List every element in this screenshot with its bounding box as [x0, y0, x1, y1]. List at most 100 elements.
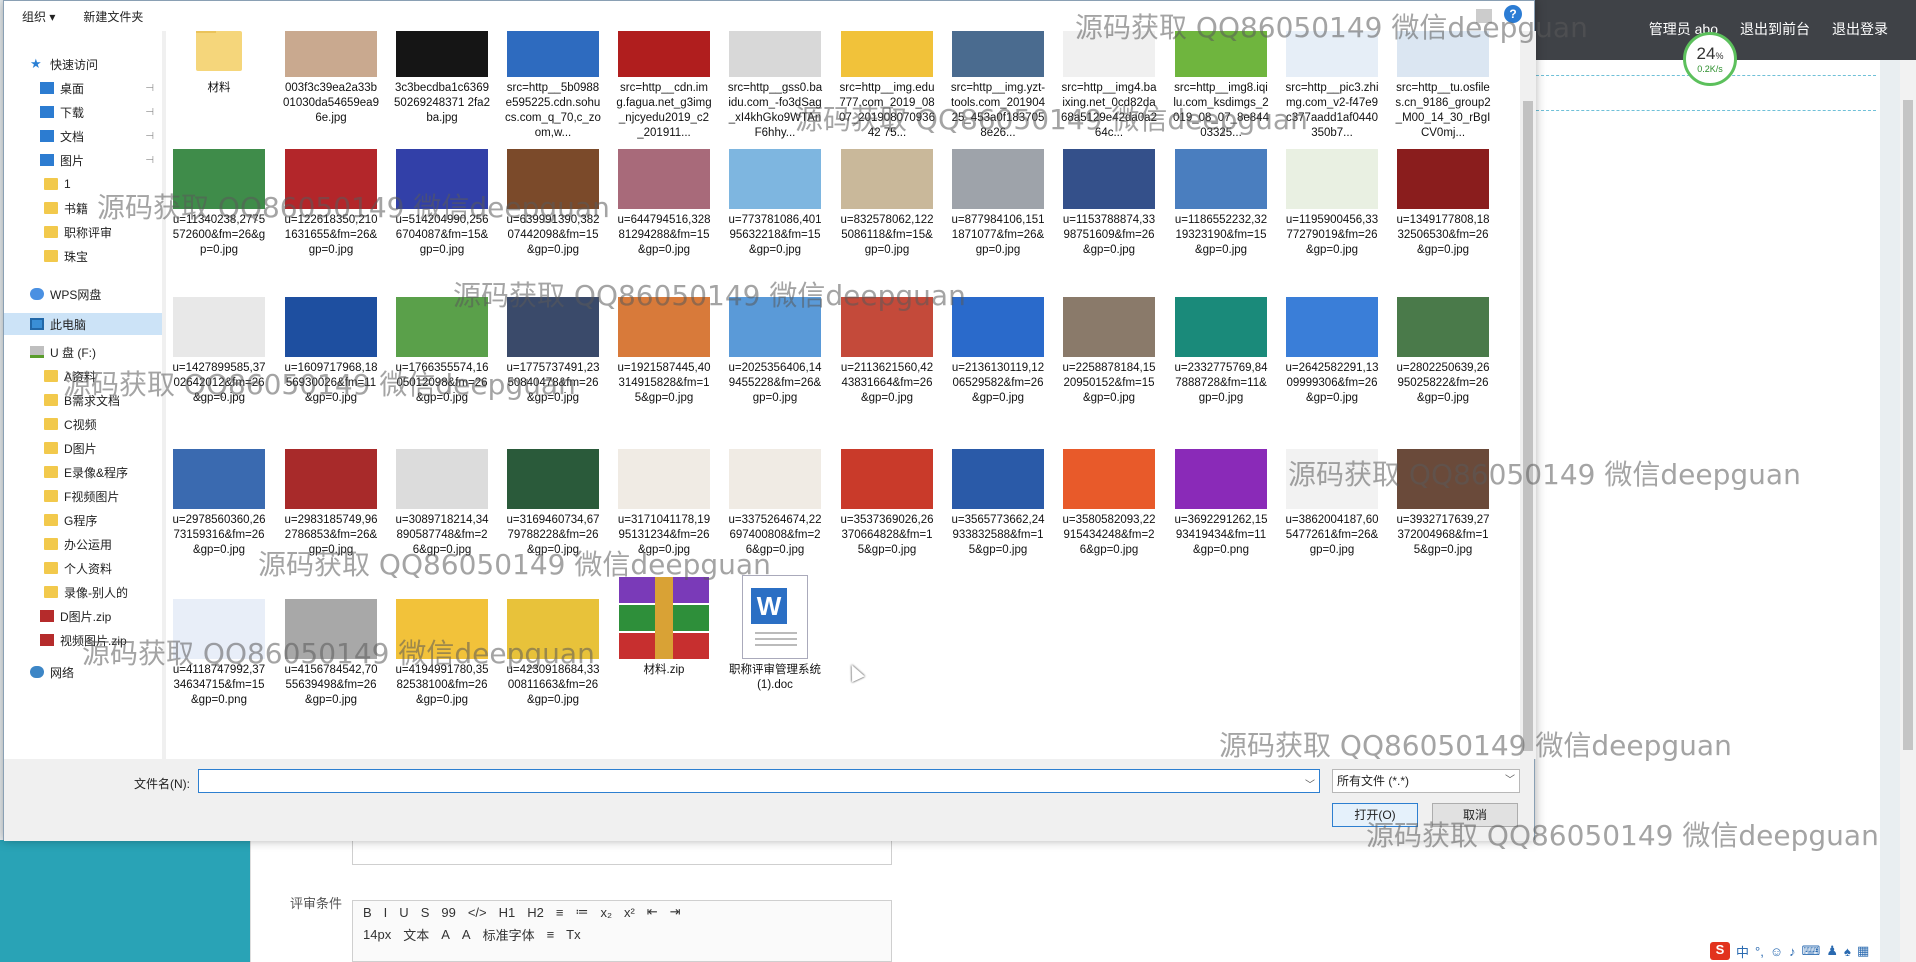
file-item[interactable]: u=3169460734,6779788228&fm=26&gp=0.jpg: [503, 449, 603, 558]
nav-item[interactable]: 文档 ⊣: [4, 125, 162, 147]
emoji-icon[interactable]: ☺: [1770, 944, 1783, 959]
nav-item[interactable]: G程序: [4, 509, 162, 531]
exit-to-front-link[interactable]: 退出到前台: [1740, 19, 1810, 39]
chevron-down-icon[interactable]: ﹀: [1305, 776, 1319, 791]
user-icon[interactable]: ♟: [1826, 943, 1838, 959]
file-item[interactable]: u=2978560360,2673159316&fm=26&gp=0.jpg: [169, 449, 269, 558]
keyboard-icon[interactable]: ⌨: [1802, 943, 1821, 959]
file-item[interactable]: u=1766355574,1605012098&fm=26&gp=0.jpg: [392, 297, 492, 406]
file-item[interactable]: u=1921587445,40314915828&fm=15&gp=0.jpg: [614, 297, 714, 406]
nav-item[interactable]: 录像-别人的: [4, 581, 162, 603]
editor-tool-button[interactable]: </>: [468, 905, 487, 920]
nav-item[interactable]: 桌面 ⊣: [4, 77, 162, 99]
file-item[interactable]: u=773781086,40195632218&fm=15&gp=0.jpg: [725, 149, 825, 258]
file-item[interactable]: src=http__tu.osfiles.cn_9186_group2_M00_…: [1393, 31, 1493, 141]
nav-item[interactable]: U 盘 (F:): [4, 341, 162, 363]
editor-tool-button[interactable]: 14px: [363, 927, 391, 942]
file-item[interactable]: u=2802250639,2695025822&fm=26&gp=0.jpg: [1393, 297, 1493, 406]
nav-item[interactable]: WPS网盘: [4, 283, 162, 305]
file-item[interactable]: 材料: [169, 31, 269, 96]
page-scrollbar[interactable]: [1900, 60, 1916, 962]
file-item[interactable]: u=3692291262,1593419434&fm=11&gp=0.png: [1171, 449, 1271, 558]
file-item[interactable]: u=2136130119,1206529582&fm=26&gp=0.jpg: [948, 297, 1048, 406]
nav-item[interactable]: 珠宝: [4, 245, 162, 267]
nav-item[interactable]: 此电脑: [4, 313, 162, 335]
file-item[interactable]: u=1427899585,3702642012&fm=26&gp=0.jpg: [169, 297, 269, 406]
organize-menu[interactable]: 组织 ▾: [22, 8, 55, 25]
file-item[interactable]: u=1195900456,3377279019&fm=26&gp=0.jpg: [1282, 149, 1382, 258]
file-item[interactable]: u=11340238,2775572600&fm=26&gp=0.jpg: [169, 149, 269, 258]
file-item[interactable]: u=644794516,32881294288&fm=15&gp=0.jpg: [614, 149, 714, 258]
mic-icon[interactable]: ♪: [1789, 944, 1796, 959]
file-item[interactable]: src=http__gss0.baidu.com_-fo3dSag_xI4khG…: [725, 31, 825, 141]
editor-tool-button[interactable]: A: [462, 927, 471, 942]
file-item[interactable]: u=1349177808,1832506530&fm=26&gp=0.jpg: [1393, 149, 1493, 258]
nav-item[interactable]: D图片: [4, 437, 162, 459]
file-item[interactable]: u=4156784542,7055639498&fm=26&gp=0.jpg: [281, 599, 381, 708]
editor-tool-button[interactable]: ≡: [556, 905, 564, 920]
file-item[interactable]: u=877984106,1511871077&fm=26&gp=0.jpg: [948, 149, 1048, 258]
file-item[interactable]: u=3375264674,22697400808&fm=26&gp=0.jpg: [725, 449, 825, 558]
punct-icon[interactable]: °,: [1755, 944, 1764, 959]
nav-item[interactable]: 个人资料: [4, 557, 162, 579]
file-item[interactable]: u=2113621560,4243831664&fm=26&gp=0.jpg: [837, 297, 937, 406]
file-list-scrollbar[interactable]: [1520, 31, 1536, 759]
nav-item[interactable]: 办公运用: [4, 533, 162, 555]
file-item[interactable]: src=http__pic3.zhimg.com_v2-f47e9c377aad…: [1282, 31, 1382, 141]
nav-item[interactable]: F视频图片: [4, 485, 162, 507]
open-button[interactable]: 打开(O): [1332, 803, 1418, 827]
file-item[interactable]: u=1775737491,2350840478&fm=26&gp=0.jpg: [503, 297, 603, 406]
file-item[interactable]: u=514204990,2566704087&fm=15&gp=0.jpg: [392, 149, 492, 258]
file-item[interactable]: u=122618350,2101631655&fm=26&gp=0.jpg: [281, 149, 381, 258]
nav-item[interactable]: B需求文档: [4, 389, 162, 411]
nav-item[interactable]: 视频图片.zip: [4, 629, 162, 651]
nav-item[interactable]: 1: [4, 173, 162, 195]
nav-item[interactable]: 网络: [4, 661, 162, 683]
file-item[interactable]: u=3580582093,22915434248&fm=26&gp=0.jpg: [1059, 449, 1159, 558]
file-item[interactable]: src=http__img.yzt-tools.com_20190425_453…: [948, 31, 1048, 141]
file-item[interactable]: u=3862004187,605477261&fm=26&gp=0.jpg: [1282, 449, 1382, 558]
file-item[interactable]: src=http__img.edu777.com_2019_0807_20190…: [837, 31, 937, 141]
editor-tool-button[interactable]: ≔: [575, 904, 588, 920]
help-icon[interactable]: ?: [1504, 5, 1522, 23]
editor-tool-button[interactable]: ⇤: [647, 904, 658, 920]
file-item[interactable]: W 职称评审管理系统 (1).doc: [725, 575, 825, 693]
logout-link[interactable]: 退出登录: [1832, 19, 1888, 39]
file-item[interactable]: u=4230918684,3300811663&fm=26&gp=0.jpg: [503, 599, 603, 708]
file-item[interactable]: u=4194991780,3582538100&fm=26&gp=0.jpg: [392, 599, 492, 708]
input-method-icon[interactable]: S: [1710, 942, 1730, 960]
file-item[interactable]: 材料.zip: [614, 577, 714, 678]
file-item[interactable]: src=http__img4.baixing.net_0cd82da68a512…: [1059, 31, 1159, 141]
editor-tool-button[interactable]: x²: [624, 905, 635, 920]
file-item[interactable]: src=http__5b0988e595225.cdn.sohucs.com_q…: [503, 31, 603, 141]
nav-item[interactable]: 图片 ⊣: [4, 149, 162, 171]
editor-tool-button[interactable]: S: [421, 905, 430, 920]
editor-tool-button[interactable]: 99: [441, 905, 455, 920]
editor-tool-button[interactable]: 文本: [403, 925, 429, 944]
file-item[interactable]: u=3932717639,27372004968&fm=15&gp=0.jpg: [1393, 449, 1493, 558]
network-speed-widget[interactable]: 24% 0.2K/s: [1683, 32, 1737, 86]
cancel-button[interactable]: 取消: [1432, 803, 1518, 827]
file-item[interactable]: u=3537369026,26370664828&fm=15&gp=0.jpg: [837, 449, 937, 558]
editor-tool-button[interactable]: 标准字体: [483, 925, 535, 944]
filename-input[interactable]: ﹀: [198, 769, 1320, 793]
file-item[interactable]: src=http__cdn.img.fagua.net_g3img_njcyed…: [614, 31, 714, 141]
file-item[interactable]: u=2258878184,1520950152&fm=15&gp=0.jpg: [1059, 297, 1159, 406]
editor-tool-button[interactable]: A: [441, 927, 450, 942]
lang-icon[interactable]: 中: [1736, 942, 1749, 961]
view-options-icon[interactable]: [1476, 9, 1492, 23]
grid-icon[interactable]: ▦: [1857, 943, 1869, 959]
editor-tool-button[interactable]: Tx: [566, 927, 580, 942]
nav-item[interactable]: 下载 ⊣: [4, 101, 162, 123]
file-item[interactable]: u=2332775769,847888728&fm=11&gp=0.jpg: [1171, 297, 1271, 406]
file-item[interactable]: u=2983185749,962786853&fm=26&gp=0.jpg: [281, 449, 381, 558]
editor-tool-button[interactable]: H1: [499, 905, 516, 920]
filetype-select[interactable]: 所有文件 (*.*) ﹀: [1332, 769, 1520, 793]
editor-tool-button[interactable]: H2: [527, 905, 544, 920]
nav-item[interactable]: A资料: [4, 365, 162, 387]
editor-tool-button[interactable]: U: [399, 905, 408, 920]
file-item[interactable]: u=1186552232,3219323190&fm=15&gp=0.jpg: [1171, 149, 1271, 258]
scrollbar-thumb[interactable]: [1903, 100, 1913, 750]
file-item[interactable]: u=4118747992,3734634715&fm=15&gp=0.png: [169, 599, 269, 708]
file-item[interactable]: 003f3c39ea2a33b01030da54659ea96e.jpg: [281, 31, 381, 126]
